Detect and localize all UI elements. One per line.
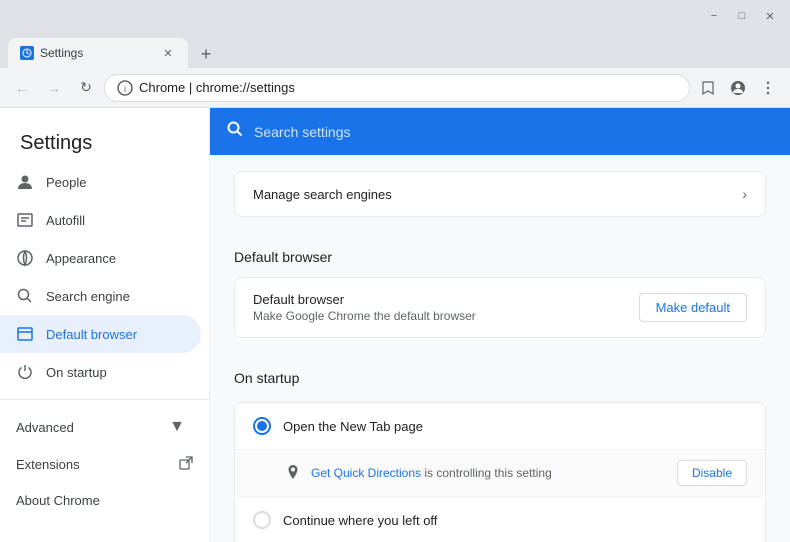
startup-options-card: Open the New Tab page Get Quick Directio…: [234, 402, 766, 542]
secure-icon: i: [117, 80, 133, 96]
default-browser-title: Default browser: [253, 292, 476, 307]
reload-button[interactable]: ↻: [72, 74, 100, 102]
sidebar-advanced-label: Advanced: [16, 420, 74, 435]
sidebar-item-people[interactable]: People: [0, 163, 201, 201]
tab-close-button[interactable]: ✕: [160, 45, 176, 61]
sidebar-search-label: Search engine: [46, 289, 130, 304]
startup-continue-label: Continue where you left off: [283, 513, 437, 528]
power-icon: [16, 363, 34, 381]
manage-search-engines-label: Manage search engines: [253, 187, 392, 202]
default-browser-section-title: Default browser: [234, 249, 766, 265]
startup-option-new-tab[interactable]: Open the New Tab page: [235, 403, 765, 450]
radio-new-tab[interactable]: [253, 417, 271, 435]
startup-option-continue[interactable]: Continue where you left off: [235, 497, 765, 542]
person-icon: [16, 173, 34, 191]
manage-search-engines-row[interactable]: Manage search engines ›: [235, 172, 765, 216]
sidebar-extensions-label: Extensions: [16, 457, 80, 472]
close-button[interactable]: ✕: [758, 4, 782, 28]
sidebar-item-on-startup[interactable]: On startup: [0, 353, 201, 391]
sub-option-text: Get Quick Directions is controlling this…: [311, 466, 552, 480]
make-default-button[interactable]: Make default: [639, 293, 747, 322]
startup-sub-option: Get Quick Directions is controlling this…: [235, 450, 765, 497]
autofill-icon: [16, 211, 34, 229]
sidebar-item-default-browser[interactable]: Default browser: [0, 315, 201, 353]
search-icon: [16, 287, 34, 305]
minimize-button[interactable]: −: [702, 4, 726, 28]
on-startup-section-title: On startup: [234, 370, 766, 386]
sidebar-default-browser-label: Default browser: [46, 327, 137, 342]
default-browser-row: Default browser Make Google Chrome the d…: [235, 278, 765, 337]
sidebar-item-about-chrome[interactable]: About Chrome: [0, 483, 201, 518]
tab-favicon-icon: [20, 46, 34, 60]
sidebar-about-chrome-label: About Chrome: [16, 493, 100, 508]
radio-inner: [257, 421, 267, 431]
sidebar-divider: [0, 399, 209, 400]
sidebar: Settings People Autofill Appearance Sear…: [0, 108, 210, 542]
new-tab-button[interactable]: +: [192, 40, 220, 68]
sidebar-on-startup-label: On startup: [46, 365, 107, 380]
startup-new-tab-label: Open the New Tab page: [283, 419, 423, 434]
appearance-icon: [16, 249, 34, 267]
sidebar-item-extensions[interactable]: Extensions: [0, 446, 209, 483]
radio-continue[interactable]: [253, 511, 271, 529]
address-bar[interactable]: i Chrome | chrome://settings: [104, 74, 690, 102]
menu-button[interactable]: [754, 74, 782, 102]
quick-directions-link[interactable]: Get Quick Directions: [311, 466, 421, 480]
forward-button[interactable]: →: [40, 74, 68, 102]
sidebar-item-autofill[interactable]: Autofill: [0, 201, 201, 239]
chevron-right-icon: ›: [742, 186, 747, 202]
url-text: Chrome | chrome://settings: [139, 80, 677, 95]
sidebar-item-appearance[interactable]: Appearance: [0, 239, 201, 277]
tab-title: Settings: [40, 46, 83, 60]
disable-button[interactable]: Disable: [677, 460, 747, 486]
location-icon: [285, 464, 301, 483]
chevron-down-icon: ▼: [169, 418, 185, 436]
sidebar-people-label: People: [46, 175, 86, 190]
bookmark-button[interactable]: [694, 74, 722, 102]
settings-title: Settings: [0, 116, 209, 163]
active-tab[interactable]: Settings ✕: [8, 38, 188, 68]
back-button[interactable]: ←: [8, 74, 36, 102]
main-content: Manage search engines › Default browser …: [210, 108, 790, 542]
sidebar-appearance-label: Appearance: [46, 251, 116, 266]
browser-icon: [16, 325, 34, 343]
sidebar-advanced-section[interactable]: Advanced ▼: [0, 408, 201, 446]
svg-text:i: i: [124, 84, 126, 94]
default-browser-sub: Make Google Chrome the default browser: [253, 309, 476, 323]
search-input[interactable]: [254, 124, 774, 140]
search-bar: [210, 108, 790, 155]
sidebar-autofill-label: Autofill: [46, 213, 85, 228]
maximize-button[interactable]: □: [730, 4, 754, 28]
search-bar-icon: [226, 120, 244, 143]
external-link-icon: [179, 456, 193, 473]
profile-button[interactable]: [724, 74, 752, 102]
sidebar-item-search-engine[interactable]: Search engine: [0, 277, 201, 315]
